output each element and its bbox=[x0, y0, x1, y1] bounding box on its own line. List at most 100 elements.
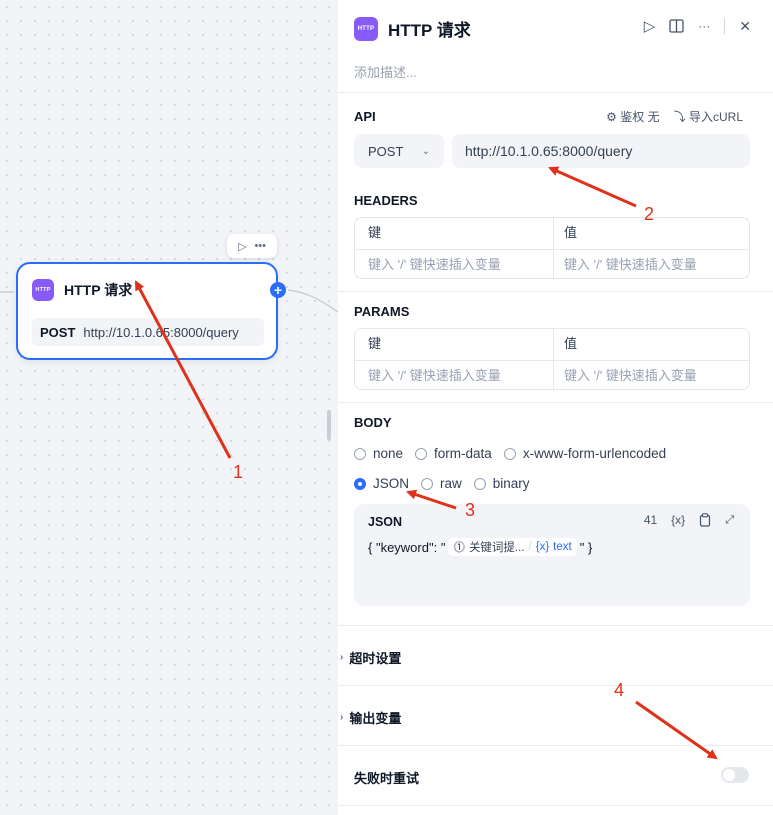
divider bbox=[338, 625, 773, 626]
run-icon[interactable]: ▷ bbox=[644, 17, 656, 35]
body-type-raw[interactable]: raw bbox=[421, 476, 462, 491]
table-header: 键 值 bbox=[355, 329, 749, 360]
description-input[interactable]: 添加描述... bbox=[354, 62, 417, 81]
annotation-label: 2 bbox=[644, 204, 655, 224]
body-type-row-1: none form-data x-www-form-urlencoded bbox=[354, 446, 666, 461]
timeout-settings-toggle[interactable]: › 超时设置 bbox=[338, 648, 401, 667]
params-table: 键 值 键入 '/' 键快速插入变量 键入 '/' 键快速插入变量 bbox=[354, 328, 750, 390]
workflow-canvas[interactable]: ▷ ••• HTTP HTTP 请求 POST http://10.1.0.65… bbox=[0, 0, 338, 815]
radio-icon bbox=[473, 477, 486, 490]
body-type-json[interactable]: JSON bbox=[354, 476, 409, 491]
body-label: BODY bbox=[354, 415, 392, 430]
variable-icon: {x} bbox=[535, 541, 550, 553]
key-column-header: 键 bbox=[368, 225, 382, 240]
param-value-input[interactable]: 键入 '/' 键快速插入变量 bbox=[553, 361, 749, 389]
expand-icon[interactable]: ⤢ bbox=[725, 514, 734, 527]
divider bbox=[338, 291, 773, 292]
api-label: API bbox=[354, 109, 376, 124]
node-action-bar: ▷ ••• bbox=[227, 234, 277, 258]
divider bbox=[338, 805, 773, 806]
insert-variable-button[interactable]: {x} bbox=[671, 513, 685, 527]
header-key-input[interactable]: 键入 '/' 键快速插入变量 bbox=[355, 250, 553, 278]
timeout-settings-label: 超时设置 bbox=[349, 651, 402, 666]
method-select[interactable]: POST ⌄ bbox=[354, 134, 444, 168]
switch-knob bbox=[723, 769, 735, 781]
headers-label: HEADERS bbox=[354, 193, 418, 208]
header-value-input[interactable]: 键入 '/' 键快速插入变量 bbox=[553, 250, 749, 278]
run-node-icon[interactable]: ▷ bbox=[238, 240, 246, 253]
json-editor[interactable]: JSON 41 {x} ⤢ { "keyword": " ⓵ 关键词提... /… bbox=[354, 504, 750, 606]
divider bbox=[338, 402, 773, 403]
copy-icon[interactable] bbox=[699, 513, 711, 527]
table-header: 键 值 bbox=[355, 218, 749, 249]
more-icon[interactable]: ··· bbox=[698, 19, 710, 33]
json-text-prefix: { "keyword": " bbox=[368, 539, 446, 555]
radio-icon bbox=[421, 477, 434, 490]
http-request-node[interactable]: HTTP HTTP 请求 POST http://10.1.0.65:8000/… bbox=[16, 262, 278, 360]
http-icon: HTTP bbox=[354, 16, 378, 41]
variable-tag[interactable]: ⓵ 关键词提... / {x} text bbox=[448, 538, 577, 556]
chevron-right-icon: › bbox=[340, 712, 344, 723]
method-value: POST bbox=[368, 143, 404, 159]
key-column-header: 键 bbox=[368, 336, 382, 351]
annotation-label: 1 bbox=[233, 462, 244, 482]
body-type-form-data[interactable]: form-data bbox=[415, 446, 492, 461]
variable-name: text bbox=[553, 541, 572, 553]
node-request-summary: POST http://10.1.0.65:8000/query bbox=[32, 318, 264, 346]
json-editor-label: JSON bbox=[368, 515, 403, 529]
close-icon[interactable]: ✕ bbox=[739, 18, 751, 35]
body-type-row-2: JSON raw binary bbox=[354, 476, 530, 491]
body-type-urlencoded[interactable]: x-www-form-urlencoded bbox=[503, 446, 666, 461]
split-view-icon[interactable] bbox=[669, 19, 684, 33]
edge-lines bbox=[0, 289, 338, 313]
auth-button[interactable]: ⚙ 鉴权 无 bbox=[606, 108, 659, 125]
http-icon: HTTP bbox=[32, 279, 54, 301]
json-text-suffix: " } bbox=[579, 539, 593, 555]
panel-header-actions: ▷ ··· ✕ bbox=[644, 17, 751, 36]
radio-icon bbox=[354, 447, 366, 460]
node-url: http://10.1.0.65:8000/query bbox=[83, 324, 239, 340]
divider bbox=[338, 685, 773, 686]
annotation-label: 3 bbox=[465, 500, 476, 520]
add-node-icon[interactable]: + bbox=[270, 282, 286, 298]
panel-header: HTTP HTTP 请求 bbox=[354, 16, 471, 41]
char-count: 41 bbox=[643, 513, 658, 527]
output-variables-label: 输出变量 bbox=[349, 711, 402, 726]
variable-node-name: 关键词提... bbox=[468, 542, 525, 554]
import-icon: ⤵ bbox=[673, 110, 686, 124]
json-editor-tools: 41 {x} ⤢ bbox=[644, 513, 734, 527]
radio-selected-icon bbox=[354, 477, 366, 490]
import-curl-button[interactable]: ⤵ 导入cURL bbox=[674, 108, 743, 125]
json-content[interactable]: { "keyword": " ⓵ 关键词提... / {x} text " } bbox=[368, 538, 592, 556]
body-type-none[interactable]: none bbox=[354, 446, 403, 461]
panel-resize-handle[interactable] bbox=[327, 410, 331, 440]
headers-table: 键 值 键入 '/' 键快速插入变量 键入 '/' 键快速插入变量 bbox=[354, 217, 750, 279]
annotation-label: 4 bbox=[614, 680, 625, 700]
chevron-down-icon: ⌄ bbox=[421, 145, 430, 157]
node-header: HTTP HTTP 请求 bbox=[32, 279, 132, 301]
url-input[interactable]: http://10.1.0.65:8000/query bbox=[452, 134, 750, 168]
gear-icon: ⚙ bbox=[606, 110, 617, 124]
table-row: 键入 '/' 键快速插入变量 键入 '/' 键快速插入变量 bbox=[355, 249, 749, 278]
more-icon[interactable]: ••• bbox=[254, 240, 266, 252]
divider: / bbox=[528, 541, 532, 553]
output-variables-toggle[interactable]: › 输出变量 bbox=[338, 708, 401, 727]
radio-icon bbox=[415, 447, 428, 460]
param-key-input[interactable]: 键入 '/' 键快速插入变量 bbox=[355, 361, 553, 389]
chevron-right-icon: › bbox=[340, 652, 344, 663]
divider bbox=[338, 745, 773, 746]
retry-on-failure-switch[interactable] bbox=[721, 767, 749, 783]
divider bbox=[724, 18, 726, 34]
node-method: POST bbox=[40, 324, 76, 340]
panel-title[interactable]: HTTP 请求 bbox=[388, 16, 471, 41]
params-label: PARAMS bbox=[354, 304, 410, 319]
retry-on-failure-label: 失败时重试 bbox=[354, 771, 420, 786]
radio-icon bbox=[503, 447, 516, 460]
body-type-binary[interactable]: binary bbox=[473, 476, 530, 491]
table-row: 键入 '/' 键快速插入变量 键入 '/' 键快速插入变量 bbox=[355, 360, 749, 389]
node-title: HTTP 请求 bbox=[64, 282, 133, 298]
divider bbox=[338, 92, 773, 93]
api-actions: ⚙ 鉴权 无 ⤵ 导入cURL bbox=[606, 108, 743, 125]
node-settings-panel: HTTP HTTP 请求 ▷ ··· ✕ 添加描述... API ⚙ 鉴权 无 … bbox=[338, 0, 773, 815]
node-variable-icon: ⓵ bbox=[453, 542, 465, 554]
